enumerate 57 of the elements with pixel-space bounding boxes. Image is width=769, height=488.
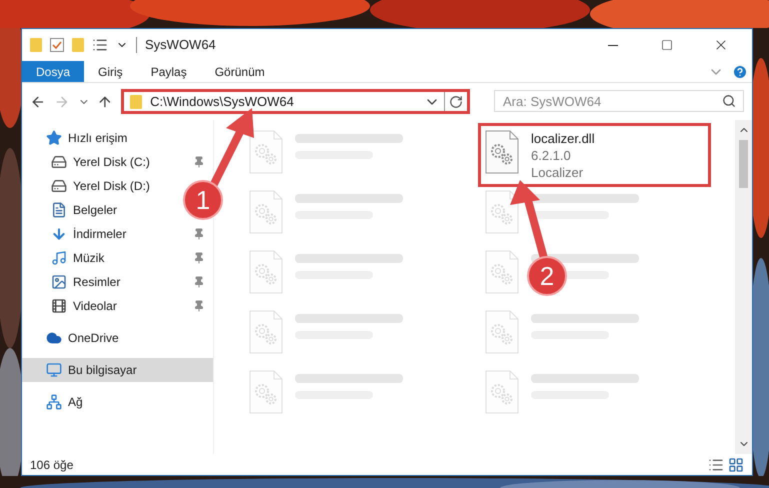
film-icon <box>51 298 67 314</box>
network-icon <box>46 394 62 410</box>
star-icon <box>46 130 62 146</box>
back-icon[interactable] <box>30 94 46 110</box>
gear-file-icon <box>249 310 283 354</box>
sidebar-item[interactable]: İndirmeler <box>22 222 213 246</box>
window-title: SysWOW64 <box>145 36 216 54</box>
gear-file-icon <box>485 370 519 414</box>
large-icons-view-icon[interactable] <box>728 456 744 472</box>
sidebar-item[interactable]: Videolar <box>22 294 213 318</box>
file-item[interactable]: localizer.dll 6.2.1.0 Localizer <box>481 126 708 184</box>
ribbon-tab[interactable]: Paylaş <box>136 61 201 82</box>
sidebar-item[interactable]: Müzik <box>22 246 213 270</box>
picture-icon <box>51 274 67 290</box>
minimize-icon <box>608 44 618 46</box>
maximize-icon <box>661 39 673 51</box>
gear-file-icon <box>249 250 283 294</box>
properties-icon[interactable] <box>92 37 108 53</box>
cloud-icon <box>46 330 62 346</box>
sidebar-item[interactable]: Hızlı erişim <box>22 126 136 150</box>
item-count: 106 öğe <box>30 456 74 474</box>
sidebar-item[interactable]: Bu bilgisayar <box>22 358 213 382</box>
sidebar-item[interactable]: Ağ <box>22 390 91 414</box>
sidebar-item[interactable]: Yerel Disk (C:) <box>22 150 213 174</box>
gear-file-icon <box>249 370 283 414</box>
details-view-icon[interactable] <box>708 456 724 472</box>
scrollbar-thumb[interactable] <box>739 140 748 188</box>
gear-file-icon <box>485 310 519 354</box>
file-detail: Localizer <box>531 164 584 181</box>
ribbon-tab[interactable]: Görünüm <box>200 61 279 82</box>
document-icon <box>51 202 67 218</box>
gear-file-icon <box>249 190 283 234</box>
music-note-icon <box>51 250 67 266</box>
sidebar-item[interactable]: Belgeler <box>22 198 126 222</box>
gear-file-icon <box>485 130 519 174</box>
drive-icon <box>51 154 67 170</box>
folder-icon <box>130 94 142 108</box>
address-field[interactable]: C:\Windows\SysWOW64 <box>121 89 470 114</box>
search-field[interactable]: Ara: SysWOW64 <box>494 90 744 112</box>
checklist-icon[interactable] <box>50 38 64 52</box>
folder-icon <box>30 38 42 52</box>
ribbon-tab[interactable]: Dosya <box>22 61 84 82</box>
gear-file-icon <box>485 190 519 234</box>
drive-icon <box>51 178 67 194</box>
file-detail: 6.2.1.0 <box>531 147 572 164</box>
sidebar-item[interactable]: OneDrive <box>22 326 127 350</box>
refresh-icon[interactable] <box>449 94 464 108</box>
gear-file-icon <box>485 250 519 294</box>
monitor-icon <box>46 362 62 378</box>
file-name: localizer.dll <box>531 130 595 147</box>
search-icon <box>722 94 736 108</box>
help-icon[interactable] <box>732 64 748 80</box>
sidebar-item[interactable]: Resimler <box>22 270 213 294</box>
gear-file-icon <box>249 130 283 174</box>
scrollbar[interactable] <box>735 120 752 454</box>
sidebar-item[interactable]: Yerel Disk (D:) <box>22 174 158 198</box>
ribbon-tab[interactable]: Giriş <box>84 61 137 82</box>
